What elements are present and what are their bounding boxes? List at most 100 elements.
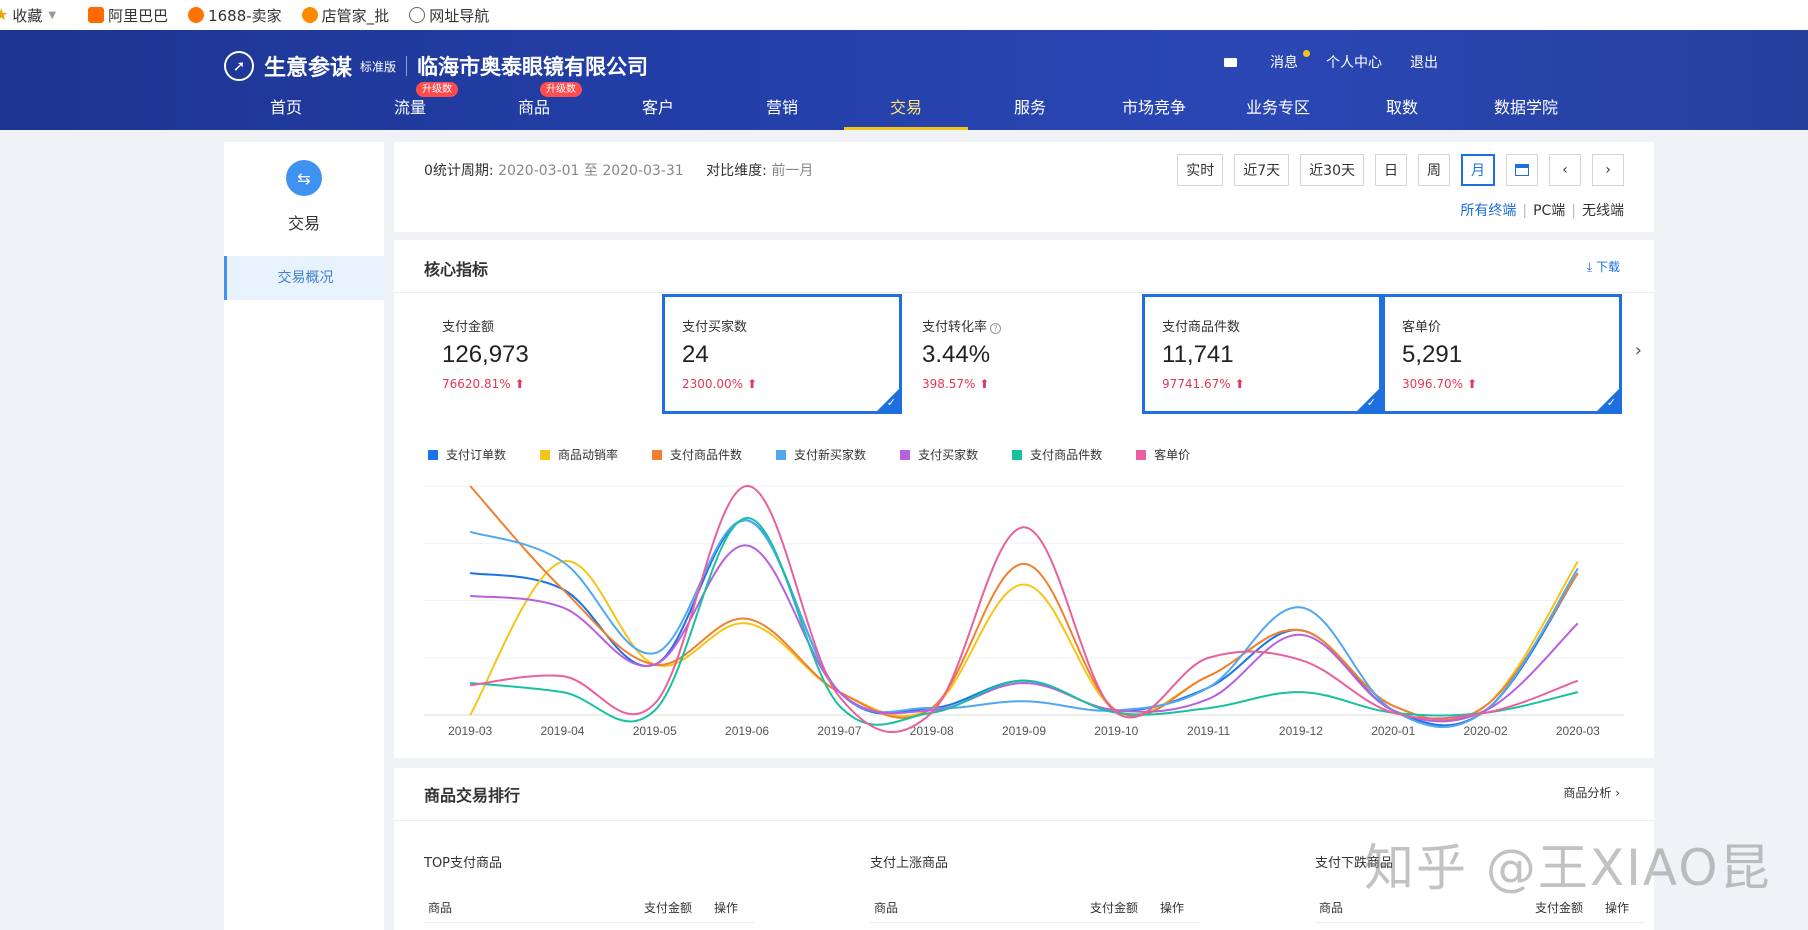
- arrow-up-icon: ⬆: [514, 377, 525, 391]
- header-amount[interactable]: 支付金额: [644, 899, 714, 916]
- kpi-card[interactable]: 客单价 5,291 3096.70% ⬆ ✓: [1382, 294, 1622, 414]
- chevron-right-icon[interactable]: ›: [1635, 340, 1642, 361]
- sidebar-item-overview[interactable]: 交易概况: [224, 256, 384, 300]
- header-amount[interactable]: 支付金额: [1535, 899, 1605, 916]
- app-header: ➚ 生意参谋 标准版 临海市奥泰眼镜有限公司 消息 个人中心 退出 首页 流量 升级…: [0, 30, 1808, 130]
- column-title: 支付上涨商品: [870, 856, 949, 871]
- nav-item[interactable]: 流量 升级数: [348, 82, 472, 130]
- nav-item[interactable]: 取数: [1340, 90, 1464, 130]
- calendar-button[interactable]: [1506, 154, 1538, 186]
- chart-legend: 支付订单数 商品动销率 支付商品件数 支付新买家数 支付买家数 支付商品件数 客单价: [428, 446, 1224, 463]
- terminal-pc[interactable]: PC端: [1533, 203, 1565, 219]
- download-label: 下载: [1595, 260, 1620, 274]
- bookmark-favorites[interactable]: ★ 收藏 ▼: [0, 5, 56, 26]
- legend-item[interactable]: 支付买家数: [900, 446, 978, 463]
- x-tick-label: 2020-01: [1371, 724, 1415, 738]
- alibaba-icon: [88, 7, 105, 23]
- bookmark-nav[interactable]: 网址导航: [409, 5, 489, 26]
- envelope-icon: [1224, 57, 1237, 67]
- series-line[interactable]: [470, 544, 1579, 723]
- series-line[interactable]: [470, 517, 1579, 726]
- kpi-label: 支付买家数: [682, 320, 748, 335]
- top-pay-products: TOP支付商品 商品 支付金额 操作: [424, 852, 754, 923]
- help-icon[interactable]: ?: [990, 323, 1002, 334]
- kpi-value: 24: [682, 341, 709, 368]
- legend-item[interactable]: 支付商品件数: [652, 446, 742, 463]
- nav-item[interactable]: 首页: [224, 90, 348, 130]
- nav-label: 市场竞争: [1121, 98, 1186, 117]
- legend-label: 支付买家数: [918, 448, 979, 462]
- link-label: 商品分析: [1563, 786, 1612, 800]
- nav-item[interactable]: 交易: [844, 90, 968, 130]
- star-icon: ★: [0, 5, 9, 24]
- sidebar-title: 交易: [287, 214, 320, 233]
- x-tick-label: 2019-10: [1094, 724, 1138, 738]
- nav-label: 流量: [393, 98, 426, 117]
- legend-label: 商品动销率: [558, 448, 619, 462]
- last-7-days-button[interactable]: 近7天: [1234, 154, 1290, 186]
- x-tick-label: 2020-02: [1464, 724, 1508, 738]
- bookmark-dianguanjia[interactable]: 店管家_批: [301, 5, 389, 26]
- header-action: 操作: [1160, 901, 1185, 915]
- nav-item[interactable]: 商品 升级数: [472, 82, 596, 130]
- kpi-change: 2300.00% ⬆: [682, 377, 899, 391]
- legend-item[interactable]: 客单价: [1136, 446, 1190, 463]
- nav-label: 交易: [889, 98, 922, 117]
- personal-center-link[interactable]: 个人中心: [1326, 52, 1382, 72]
- terminal-all[interactable]: 所有终端: [1460, 203, 1516, 219]
- kpi-value: 11,741: [1162, 341, 1234, 368]
- bookmark-alibaba[interactable]: 阿里巴巴: [88, 5, 168, 26]
- prev-period-button[interactable]: ‹: [1549, 154, 1581, 186]
- nav-label: 客户: [641, 98, 674, 117]
- header-product: 商品: [874, 901, 899, 915]
- column-title: TOP支付商品: [424, 856, 503, 871]
- bookmark-1688[interactable]: 1688-卖家: [188, 5, 282, 26]
- legend-item[interactable]: 商品动销率: [540, 446, 618, 463]
- nav-item[interactable]: 数据学院: [1464, 90, 1588, 130]
- period-label: 0统计周期:: [424, 163, 494, 179]
- product-analysis-link[interactable]: 商品分析 ›: [1563, 784, 1620, 801]
- week-button[interactable]: 周: [1418, 154, 1450, 186]
- x-tick-label: 2019-03: [448, 724, 492, 738]
- kpi-change-value: 3096.70%: [1402, 377, 1464, 391]
- kpi-card[interactable]: 支付金额 126,973 76620.81% ⬆: [422, 294, 662, 414]
- download-link[interactable]: ⤓ 下载: [1587, 258, 1620, 275]
- realtime-button[interactable]: 实时: [1177, 154, 1224, 186]
- kpi-change-value: 2300.00%: [682, 377, 744, 391]
- kpi-card[interactable]: 支付转化率? 3.44% 398.57% ⬆: [902, 294, 1142, 414]
- divider: |: [1522, 203, 1528, 219]
- series-line[interactable]: [469, 560, 1579, 722]
- chevron-right-icon: ›: [1605, 162, 1611, 178]
- kpi-label: 客单价: [1402, 320, 1442, 335]
- x-tick-label: 2019-06: [725, 724, 769, 738]
- upgrade-badge: 升级数: [416, 82, 458, 97]
- next-period-button[interactable]: ›: [1592, 154, 1624, 186]
- nav-item[interactable]: 业务专区: [1216, 90, 1340, 130]
- nav-item[interactable]: 营销: [720, 90, 844, 130]
- legend-swatch: [776, 449, 787, 460]
- legend-item[interactable]: 支付订单数: [428, 446, 506, 463]
- logo[interactable]: ➚ 生意参谋 标准版 临海市奥泰眼镜有限公司: [224, 50, 648, 82]
- series-line[interactable]: [469, 519, 1579, 727]
- nav-label: 数据学院: [1493, 98, 1558, 117]
- logout-link[interactable]: 退出: [1410, 52, 1438, 72]
- nav-item[interactable]: 客户: [596, 90, 720, 130]
- month-button[interactable]: 月: [1461, 154, 1495, 186]
- last-30-days-button[interactable]: 近30天: [1300, 154, 1364, 186]
- kpi-change: 97741.67% ⬆: [1162, 377, 1379, 391]
- legend-item[interactable]: 支付商品件数: [1012, 446, 1102, 463]
- header-amount[interactable]: 支付金额: [1090, 899, 1160, 916]
- day-button[interactable]: 日: [1375, 154, 1407, 186]
- series-line[interactable]: [469, 519, 1579, 729]
- legend-label: 支付订单数: [446, 448, 507, 462]
- terminal-wireless[interactable]: 无线端: [1582, 203, 1624, 219]
- nav-item[interactable]: 服务: [968, 90, 1092, 130]
- nav-item[interactable]: 市场竞争: [1092, 90, 1216, 130]
- kpi-card[interactable]: 支付商品件数 11,741 97741.67% ⬆ ✓: [1142, 294, 1382, 414]
- series-line[interactable]: [470, 484, 1579, 734]
- legend-item[interactable]: 支付新买家数: [776, 446, 866, 463]
- series-line[interactable]: [469, 485, 1579, 722]
- divider: |: [1571, 203, 1576, 219]
- messages-link[interactable]: 消息: [1196, 50, 1310, 72]
- kpi-card[interactable]: 支付买家数 24 2300.00% ⬆ ✓: [662, 294, 902, 414]
